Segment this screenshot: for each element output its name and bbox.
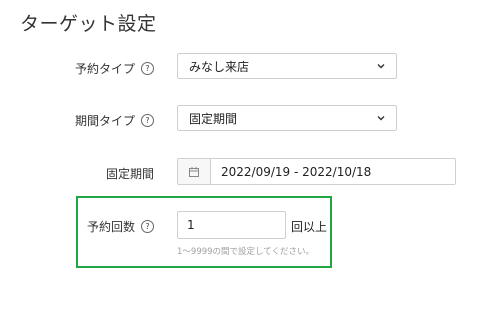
- reservation-type-label-group: 予約タイプ ?: [75, 60, 154, 77]
- period-type-label-group: 期間タイプ ?: [75, 112, 154, 129]
- period-type-label: 期間タイプ: [74, 114, 135, 128]
- reservation-count-hint: 1〜9999の間で設定してください。: [177, 247, 315, 257]
- reservation-count-input[interactable]: [177, 211, 286, 239]
- reservation-count-label: 予約回数: [86, 220, 135, 234]
- chevron-down-icon: [377, 64, 385, 69]
- period-type-select[interactable]: 固定期間: [177, 105, 397, 131]
- fixed-period-label-group: 固定期間: [106, 165, 154, 182]
- reservation-type-selected: みなし来店: [189, 59, 250, 74]
- section-title: ターゲット設定: [20, 13, 157, 35]
- reservation-type-select[interactable]: みなし来店: [177, 53, 397, 79]
- reservation-count-label-group: 予約回数 ?: [87, 218, 154, 235]
- reservation-count-suffix: 回以上: [291, 220, 328, 234]
- help-icon[interactable]: ?: [141, 114, 154, 127]
- fixed-period-label: 固定期間: [105, 167, 154, 181]
- calendar-icon: [189, 166, 199, 177]
- target-settings-panel: ターゲット設定 予約タイプ ? みなし来店 期間タイプ ? 固定期間 固定期間: [0, 0, 500, 326]
- calendar-button[interactable]: [178, 159, 211, 184]
- chevron-down-icon: [377, 116, 385, 121]
- date-range-field[interactable]: 2022/09/19 - 2022/10/18: [177, 158, 456, 185]
- help-icon[interactable]: ?: [141, 62, 154, 75]
- help-icon[interactable]: ?: [141, 220, 154, 233]
- period-type-selected: 固定期間: [189, 111, 238, 126]
- date-range-value: 2022/09/19 - 2022/10/18: [221, 164, 372, 179]
- reservation-type-label: 予約タイプ: [74, 62, 135, 76]
